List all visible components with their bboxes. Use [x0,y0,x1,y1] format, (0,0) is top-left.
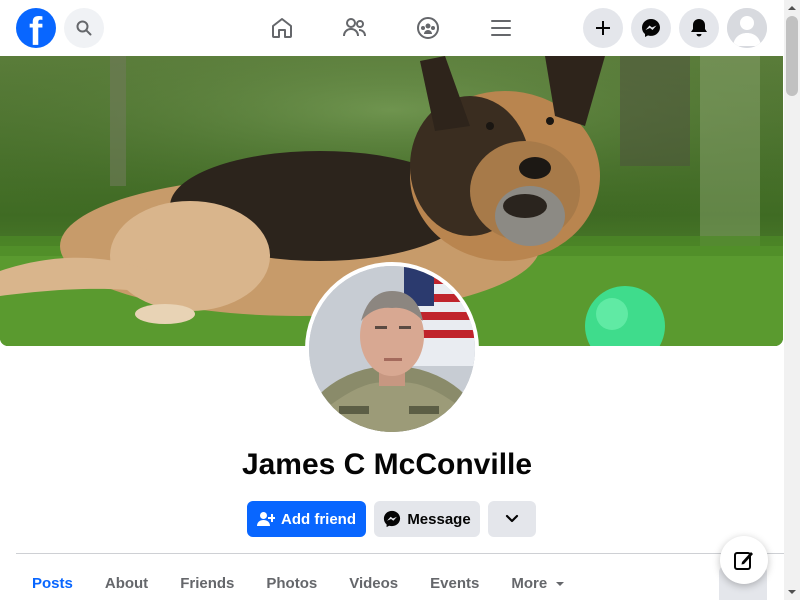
top-navigation-bar: f [0,0,784,56]
scrollbar-thumb[interactable] [786,16,798,96]
friends-tab[interactable] [337,10,373,46]
groups-tab[interactable] [410,10,446,46]
scroll-down-arrow-icon[interactable] [788,588,796,596]
home-tab[interactable] [264,10,300,46]
account-avatar[interactable] [727,8,767,48]
tab-more[interactable]: More [495,566,581,600]
profile-name: James C McConville [241,448,533,481]
notifications-bell-icon [691,19,707,37]
friends-icon [343,18,366,37]
default-avatar-icon [727,8,767,48]
notifications-button[interactable] [679,8,719,48]
profile-tabs: Posts About Friends Photos Videos Events… [16,566,581,600]
new-message-button[interactable] [720,536,768,584]
add-friend-icon [257,511,275,527]
add-friend-button[interactable]: Add friend [247,501,366,537]
profile-photo-image [309,266,475,432]
menu-tab[interactable] [483,10,519,46]
create-button[interactable] [583,8,623,48]
messenger-icon [642,19,660,37]
profile-picture-frame [309,266,475,432]
message-label: Message [407,510,471,528]
menu-icon [491,20,511,36]
search-icon [76,20,92,36]
caret-down-icon [556,582,565,586]
compose-icon [734,552,753,570]
add-friend-label: Add friend [281,510,356,528]
scroll-up-arrow-icon[interactable] [788,4,796,12]
message-button[interactable]: Message [374,501,480,537]
profile-picture[interactable] [305,262,479,436]
messenger-button[interactable] [631,8,671,48]
tab-events[interactable]: Events [414,566,495,600]
chevron-down-icon [505,514,519,523]
section-divider [16,553,784,554]
search-button[interactable] [64,8,104,48]
tab-posts[interactable]: Posts [16,566,89,600]
tab-photos[interactable]: Photos [250,566,333,600]
home-icon [272,18,292,38]
create-plus-icon [596,21,610,35]
tab-more-label: More [511,575,548,592]
more-actions-button[interactable] [488,501,536,537]
messenger-small-icon [383,510,401,528]
groups-icon [417,17,439,39]
facebook-logo-letter: f [29,10,43,48]
tab-friends[interactable]: Friends [164,566,250,600]
facebook-logo[interactable]: f [16,8,56,48]
tab-videos[interactable]: Videos [333,566,414,600]
tab-about[interactable]: About [89,566,164,600]
